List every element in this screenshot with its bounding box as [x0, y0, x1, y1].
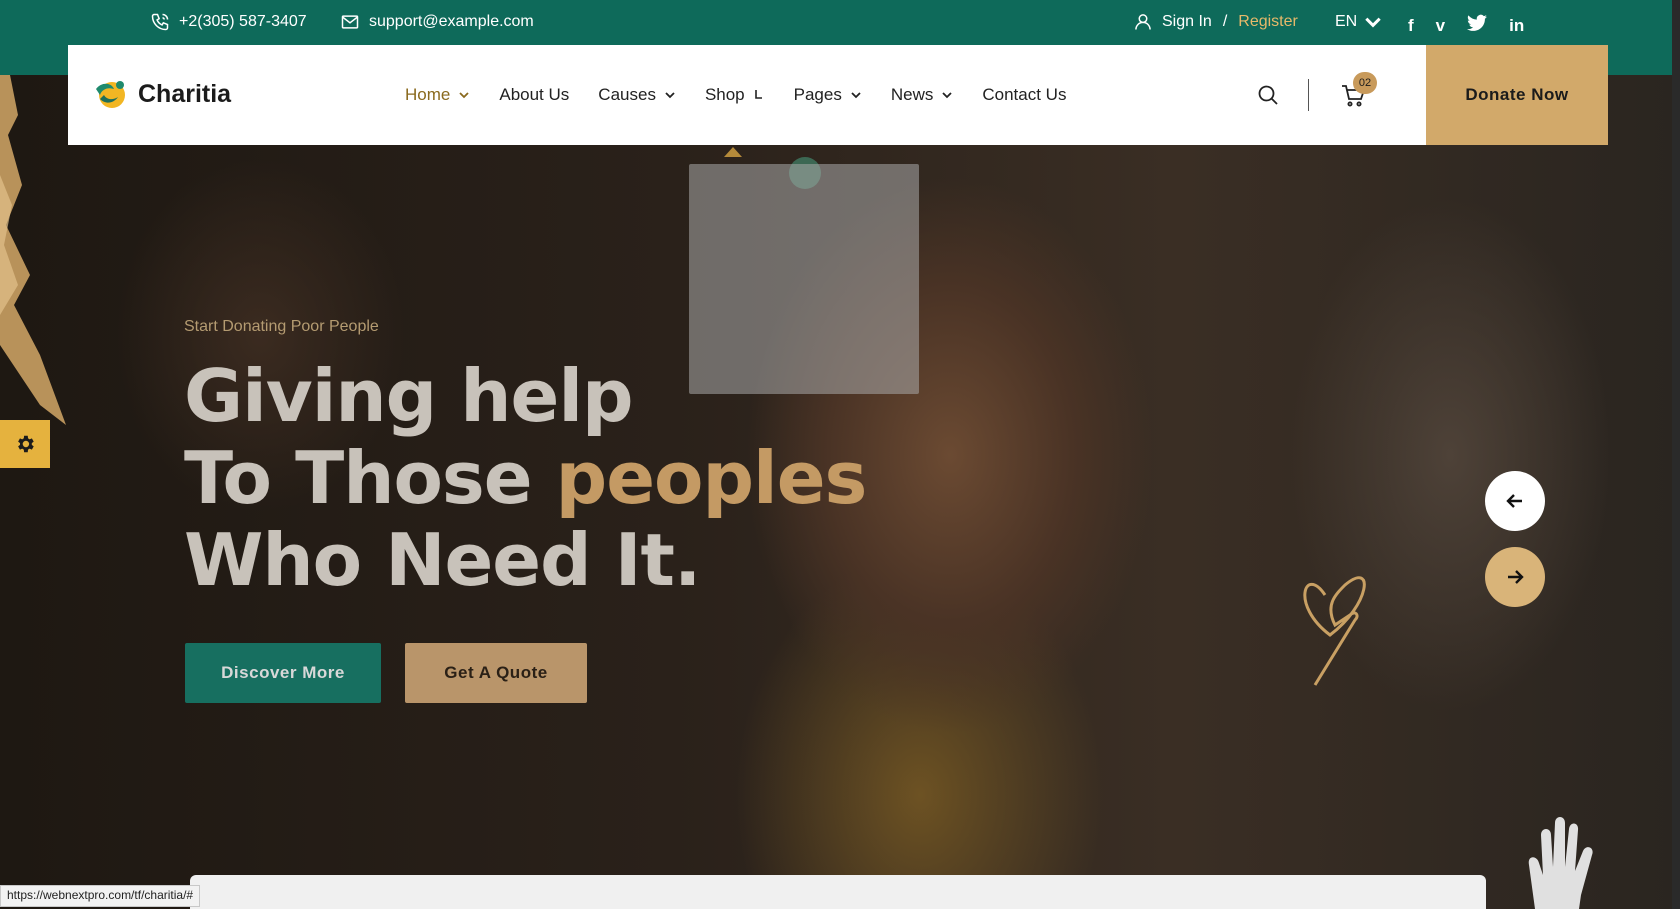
- menu-item-home[interactable]: Home: [405, 85, 470, 105]
- main-navbar: Charitia Home About Us Causes Shop Pages…: [68, 45, 1608, 145]
- topbar-phone-text: +2(305) 587-3407: [179, 13, 307, 30]
- phone-icon: [151, 13, 169, 31]
- menu-item-label: Causes: [598, 85, 656, 104]
- cart-count-badge: 02: [1353, 72, 1377, 94]
- topbar-email-text: support@example.com: [369, 13, 534, 30]
- brush-stroke-decoration: [0, 75, 66, 425]
- menu-item-label: Pages: [793, 85, 842, 104]
- menu-item-label: Home: [405, 85, 451, 104]
- chevron-down-icon: [459, 92, 469, 99]
- brand-name: Charitia: [138, 79, 232, 108]
- menu-item-label: Contact Us: [982, 85, 1067, 104]
- settings-gear-tab[interactable]: [0, 420, 50, 468]
- topbar-email[interactable]: support@example.com: [340, 12, 534, 32]
- menu-item-news[interactable]: News: [891, 85, 954, 105]
- social-links: f v in: [1408, 13, 1524, 38]
- search-icon[interactable]: [1256, 83, 1280, 107]
- menu-item-causes[interactable]: Causes: [598, 85, 676, 105]
- topbar-inner: +2(305) 587-3407 support@example.com Sig…: [0, 0, 1680, 45]
- menu-item-shop[interactable]: Shop: [705, 85, 765, 105]
- donate-now-button[interactable]: Donate Now: [1426, 45, 1608, 145]
- chevron-down-icon: [942, 92, 952, 99]
- language-selector[interactable]: EN: [1335, 12, 1383, 32]
- linkedin-icon[interactable]: in: [1509, 16, 1524, 36]
- hero-title-line-2: To Those peoples: [184, 436, 868, 520]
- topbar-phone[interactable]: +2(305) 587-3407: [150, 12, 307, 32]
- bottom-content-card: [190, 875, 1486, 909]
- window-edge: [1672, 0, 1680, 909]
- get-a-quote-button[interactable]: Get A Quote: [405, 643, 587, 703]
- arrow-right-icon: [1508, 570, 1524, 584]
- hero-slider: Start Donating Poor People Giving help T…: [0, 75, 1680, 909]
- facebook-icon[interactable]: f: [1408, 16, 1414, 36]
- brand-logo[interactable]: Charitia: [92, 75, 231, 113]
- hero-subtitle: Start Donating Poor People: [184, 318, 379, 335]
- menu-item-label: News: [890, 85, 934, 104]
- twitter-icon[interactable]: [1467, 13, 1488, 38]
- menu-item-label: Shop: [704, 85, 745, 104]
- language-label: EN: [1335, 13, 1358, 30]
- menu-item-label: About Us: [499, 85, 570, 104]
- main-menu: Home About Us Causes Shop Pages News Con…: [405, 85, 1066, 105]
- charitia-logo-icon: [96, 81, 125, 108]
- gear-icon: [18, 435, 34, 453]
- menu-item-contact-us[interactable]: Contact Us: [982, 85, 1066, 105]
- status-bar-url: https://webnextpro.com/tf/charitia/#: [0, 885, 201, 907]
- register-link[interactable]: Register: [1238, 13, 1298, 31]
- slider-next-button[interactable]: [1485, 547, 1545, 607]
- user-icon: [1135, 14, 1151, 30]
- hand-decoration: [1528, 817, 1593, 909]
- arrow-left-icon: [1506, 494, 1522, 508]
- chevron-down-icon: [1365, 17, 1381, 28]
- vimeo-icon[interactable]: v: [1436, 16, 1445, 36]
- hero-title-line-1: Giving help: [184, 354, 634, 438]
- hero-title-accent: peoples: [555, 436, 868, 520]
- nav-divider: [1308, 79, 1309, 111]
- mail-icon: [341, 15, 359, 29]
- sign-in-link[interactable]: Sign In: [1162, 13, 1212, 31]
- twitter-bird-shape: [1467, 14, 1488, 31]
- topbar-account: Sign In / Register: [1133, 12, 1298, 32]
- chevron-down-icon: [665, 92, 675, 99]
- menu-item-about-us[interactable]: About Us: [499, 85, 569, 105]
- heart-doodle-decoration: [1303, 576, 1366, 686]
- account-separator: /: [1222, 13, 1228, 30]
- menu-item-pages[interactable]: Pages: [794, 85, 862, 105]
- slider-prev-button[interactable]: [1485, 471, 1545, 531]
- hero-title-line-2-text: To Those: [184, 436, 556, 520]
- hero-title-line-3: Who Need It.: [184, 518, 701, 602]
- loading-cursor-icon: [754, 90, 762, 99]
- chevron-down-icon: [851, 92, 861, 99]
- floating-triangle-shape: [724, 147, 742, 157]
- hero-title: Giving help To Those peoples Who Need It…: [184, 354, 868, 602]
- discover-more-button[interactable]: Discover More: [185, 643, 381, 703]
